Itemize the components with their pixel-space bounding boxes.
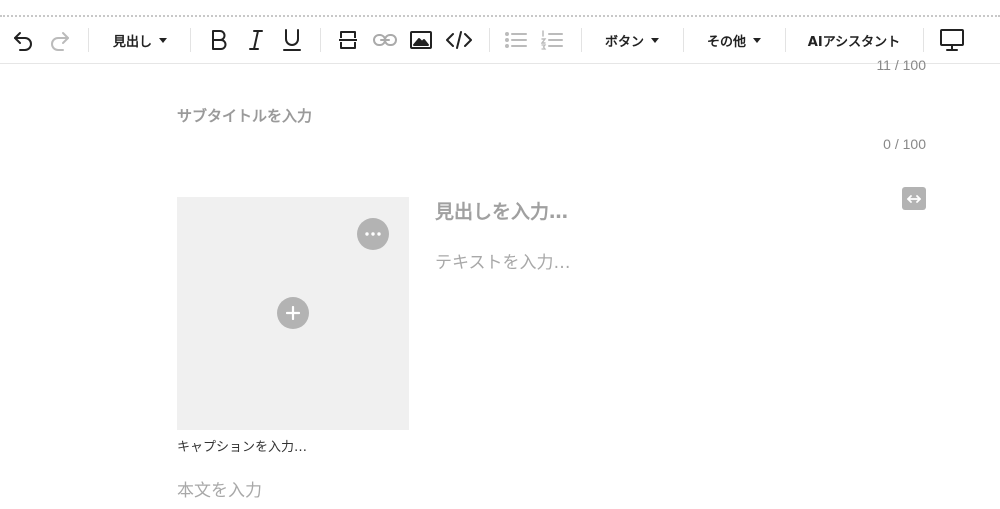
toolbar-divider xyxy=(88,28,89,52)
heading-dropdown-label: 見出し xyxy=(112,34,152,50)
toolbar-divider xyxy=(320,28,321,52)
block-text-input[interactable]: テキストを入力… xyxy=(435,248,571,273)
caret-down-icon xyxy=(753,37,761,43)
caret-down-icon xyxy=(651,37,659,43)
undo-icon xyxy=(14,32,32,51)
toolbar-divider xyxy=(489,28,490,52)
bold-icon xyxy=(212,30,227,50)
more-options-button[interactable] xyxy=(357,218,389,250)
italic-icon xyxy=(249,30,263,50)
toolbar-divider xyxy=(683,28,684,52)
strikethrough-button[interactable] xyxy=(334,20,362,60)
body-input[interactable]: 本文を入力 xyxy=(177,476,262,501)
image-icon xyxy=(410,31,432,49)
add-image-button[interactable] xyxy=(277,297,309,329)
title-character-counter: 11 / 100 xyxy=(876,57,926,73)
link-button[interactable] xyxy=(371,20,399,60)
redo-icon xyxy=(51,32,69,51)
other-dropdown[interactable]: その他 xyxy=(698,20,770,60)
subtitle-character-counter: 0 / 100 xyxy=(883,136,926,152)
underline-icon xyxy=(283,29,301,51)
toolbar-divider xyxy=(581,28,582,52)
image-button[interactable] xyxy=(407,20,435,60)
monitor-icon xyxy=(940,29,964,51)
italic-button[interactable] xyxy=(242,20,270,60)
strikethrough-icon xyxy=(339,31,357,49)
link-icon xyxy=(373,34,397,46)
plus-icon xyxy=(286,306,300,320)
bullet-list-button[interactable] xyxy=(502,20,530,60)
top-dotted-border xyxy=(0,15,1000,17)
ai-assistant-label: AIアシスタント xyxy=(807,34,901,50)
preview-button[interactable] xyxy=(936,20,968,60)
underline-button[interactable] xyxy=(278,20,306,60)
horizontal-arrows-icon xyxy=(907,194,921,203)
caption-input[interactable]: キャプションを入力… xyxy=(177,436,307,455)
code-icon xyxy=(446,31,472,49)
button-dropdown[interactable]: ボタン xyxy=(596,20,668,60)
code-button[interactable] xyxy=(443,20,475,60)
undo-button[interactable] xyxy=(8,20,38,60)
toolbar-divider xyxy=(923,28,924,52)
resize-button[interactable] xyxy=(902,187,926,210)
button-dropdown-label: ボタン xyxy=(604,34,644,50)
image-placeholder[interactable] xyxy=(177,197,409,430)
redo-button[interactable] xyxy=(45,20,75,60)
block-heading-input[interactable]: 見出しを入力… xyxy=(435,197,568,224)
ai-assistant-button[interactable]: AIアシスタント xyxy=(800,20,908,60)
bold-button[interactable] xyxy=(205,20,233,60)
toolbar-divider xyxy=(785,28,786,52)
numbered-list-icon xyxy=(541,30,563,50)
toolbar-divider xyxy=(190,28,191,52)
numbered-list-button[interactable] xyxy=(538,20,566,60)
other-dropdown-label: その他 xyxy=(706,34,746,50)
heading-dropdown[interactable]: 見出し xyxy=(104,20,176,60)
bullet-list-icon xyxy=(505,32,527,48)
subtitle-input[interactable]: サブタイトルを入力 xyxy=(177,105,312,126)
ellipsis-icon xyxy=(365,232,381,236)
caret-down-icon xyxy=(159,37,167,43)
